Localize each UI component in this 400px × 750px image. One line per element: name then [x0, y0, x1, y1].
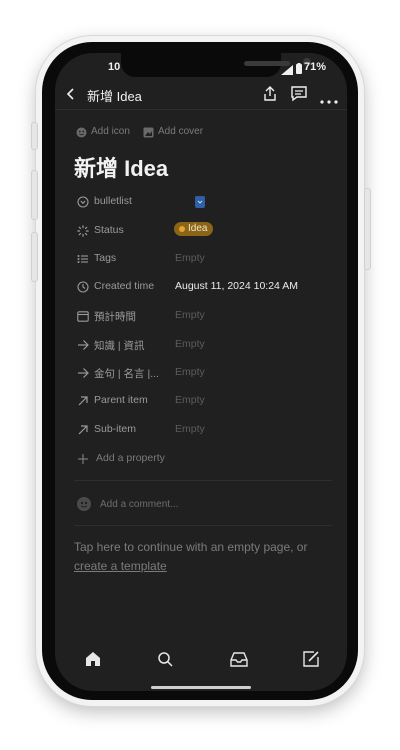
status-icon: [77, 224, 89, 237]
empty-page-text: Tap here to continue with an empty page,…: [74, 540, 308, 554]
avatar: [76, 496, 94, 517]
property-row-estimated-time[interactable]: 預計時間 Empty: [74, 306, 334, 326]
phone-power-button: [364, 188, 371, 270]
divider: [74, 525, 332, 526]
compose-icon[interactable]: [300, 648, 322, 670]
create-template-link[interactable]: create a template: [74, 559, 167, 573]
add-icon-button[interactable]: Add icon: [91, 126, 130, 137]
header-title[interactable]: 新增 Idea: [87, 86, 142, 105]
status-badge[interactable]: Idea: [174, 222, 214, 236]
signal-icon: [281, 62, 293, 80]
property-name: 知識 | 資訊: [94, 340, 145, 352]
property-row-quotes[interactable]: 金句 | 名言 |... Empty: [74, 363, 334, 383]
empty-page-prompt[interactable]: Tap here to continue with an empty page,…: [74, 538, 334, 576]
battery-icon: [296, 61, 302, 79]
share-icon[interactable]: [261, 84, 279, 107]
image-icon: [143, 125, 154, 143]
property-row-sub-item[interactable]: Sub-item Empty: [74, 420, 334, 440]
property-value: Empty: [175, 423, 205, 435]
status-time: 10: [108, 61, 121, 73]
calendar-icon: [77, 309, 89, 322]
property-value: Empty: [175, 338, 205, 350]
more-horizontal-icon[interactable]: [320, 91, 338, 109]
search-icon[interactable]: [154, 648, 176, 670]
property-value: August 11, 2024 10:24 AM: [175, 280, 298, 292]
page-title[interactable]: 新增 Idea: [74, 151, 168, 183]
top-bar: 新增 Idea: [55, 79, 347, 110]
select-chip[interactable]: [195, 196, 205, 208]
property-row-tags[interactable]: Tags Empty: [74, 249, 334, 269]
home-icon[interactable]: [82, 648, 104, 670]
plus-icon: [77, 452, 89, 464]
property-value: Empty: [175, 309, 205, 321]
arrow-up-right-icon: [77, 394, 89, 406]
add-property-label: Add a property: [96, 452, 165, 464]
property-name: Sub-item: [94, 423, 137, 435]
relation-arrow-icon: [77, 366, 89, 378]
property-value: Empty: [175, 252, 205, 264]
app-screen: 10 71% 新增 Idea Add icon Add cover 新增 Ide…: [55, 53, 347, 691]
property-name: Parent item: [94, 394, 148, 406]
relation-arrow-icon: [77, 338, 89, 350]
property-row-status[interactable]: Status Idea: [74, 221, 334, 241]
phone-volume-down-button: [31, 232, 38, 282]
property-name: 金句 | 名言 |...: [94, 368, 159, 380]
clock-icon: [77, 280, 89, 293]
property-name: bulletlist: [94, 195, 132, 207]
inbox-icon[interactable]: [228, 648, 250, 670]
property-row-bulletlist[interactable]: bulletlist: [74, 192, 334, 212]
property-row-parent-item[interactable]: Parent item Empty: [74, 391, 334, 411]
select-icon: [77, 195, 89, 208]
property-name: Created time: [94, 280, 155, 292]
status-value: Idea: [188, 223, 208, 234]
property-name: 預計時間: [94, 311, 136, 323]
comment-icon[interactable]: [290, 84, 308, 107]
property-name: Tags: [94, 252, 117, 264]
property-name: Status: [94, 224, 124, 236]
property-row-knowledge[interactable]: 知識 | 資訊 Empty: [74, 335, 334, 355]
chevron-left-icon[interactable]: [64, 87, 78, 101]
arrow-up-right-icon: [77, 423, 89, 435]
home-indicator[interactable]: [151, 686, 251, 689]
smiley-icon: [76, 125, 87, 143]
phone-side-button: [31, 122, 38, 150]
list-icon: [77, 252, 89, 264]
add-cover-button[interactable]: Add cover: [158, 126, 203, 137]
property-value: Empty: [175, 394, 205, 406]
notch: [121, 53, 311, 77]
property-row-created-time[interactable]: Created time August 11, 2024 10:24 AM: [74, 277, 334, 297]
comment-input[interactable]: Add a comment...: [100, 499, 178, 510]
property-value: Empty: [175, 366, 205, 378]
battery-percentage: 71%: [304, 61, 327, 73]
add-property-button[interactable]: Add a property: [74, 449, 334, 469]
divider: [74, 480, 332, 481]
status-dot: [179, 226, 185, 232]
phone-volume-up-button: [31, 170, 38, 220]
